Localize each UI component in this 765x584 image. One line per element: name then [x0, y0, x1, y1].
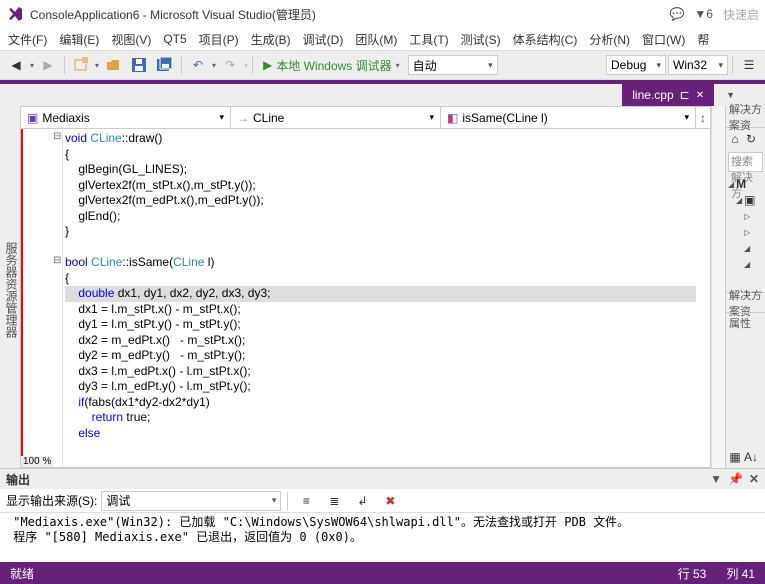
main-toolbar: ◀ ▾ ▶ ▾ ↶ ▾ ↷ ▾ ▶ 本地 Windows 调试器 ▾ 自动▾ D…	[0, 50, 765, 80]
properties-toolbar: ▦ A↓	[726, 446, 765, 468]
server-explorer-tab[interactable]: 服务器资源管理器	[3, 242, 20, 338]
nav-fwd-button[interactable]: ▶	[36, 53, 60, 77]
main-area: 服务器资源管理器 工具箱 ▣ Mediaxis▾ → CLine▾ ◧ isSa…	[0, 106, 765, 468]
method-icon: ◧	[447, 111, 458, 125]
tab-close-icon[interactable]: ✕	[696, 90, 704, 101]
save-button[interactable]	[127, 53, 151, 77]
output-text[interactable]: "Mediaxis.exe"(Win32): 已加载 "C:\Windows\S…	[0, 513, 765, 564]
output-clear-icon[interactable]: ≡	[294, 489, 318, 513]
categorize-icon[interactable]: ▦	[728, 445, 742, 469]
menu-team[interactable]: 团队(M)	[349, 29, 403, 50]
solution-explorer-panel: 解决方案资 ⌂ ↻ 搜索解决方 ◢M ◢▣ ▷ ▷ ◢ ◢ 解决方案资 属性 ▦…	[725, 106, 765, 468]
title-bar: ConsoleApplication6 - Microsoft Visual S…	[0, 0, 765, 28]
menu-tools[interactable]: 工具(T)	[403, 29, 454, 50]
open-button[interactable]	[101, 53, 125, 77]
config-combo[interactable]: Debug▾	[606, 55, 666, 75]
output-pin-icon[interactable]: 📌	[728, 472, 743, 486]
scope-combo[interactable]: ▣ Mediaxis▾	[21, 107, 231, 128]
pin-icon[interactable]: ⊏	[680, 88, 690, 102]
menu-help[interactable]: 帮	[691, 29, 715, 50]
output-toggle-icon[interactable]: ≣	[322, 489, 346, 513]
menu-project[interactable]: 项目(P)	[193, 29, 245, 50]
member-combo[interactable]: ◧ isSame(CLine l)▾	[441, 107, 696, 128]
properties-header[interactable]: 属性	[726, 312, 765, 332]
platform-combo[interactable]: 自动▾	[408, 55, 498, 75]
code-viewport[interactable]: ⊟ ⊟ void CLine::draw(){ glBegin(GL_LINES…	[21, 129, 710, 467]
window-title: ConsoleApplication6 - Microsoft Visual S…	[30, 6, 669, 23]
vs-logo-icon	[6, 5, 24, 23]
menu-arch[interactable]: 体系结构(C)	[507, 29, 584, 50]
alpha-icon[interactable]: A↓	[744, 445, 758, 469]
menu-bar: 文件(F) 编辑(E) 视图(V) QT5 项目(P) 生成(B) 调试(D) …	[0, 28, 765, 50]
menu-build[interactable]: 生成(B)	[245, 29, 297, 50]
menu-view[interactable]: 视图(V)	[105, 29, 157, 50]
status-line: 行 53	[678, 565, 707, 582]
solution-toolbar: ⌂ ↻	[726, 128, 765, 150]
refresh-icon[interactable]: ↻	[744, 127, 758, 151]
code-gutter: ⊟ ⊟	[21, 129, 63, 467]
solution-search-input[interactable]: 搜索解决方	[728, 152, 763, 172]
undo-button[interactable]: ↶	[186, 53, 210, 77]
tab-line-cpp[interactable]: line.cpp ⊏ ✕	[622, 84, 714, 106]
menu-window[interactable]: 窗口(W)	[636, 29, 691, 50]
menu-file[interactable]: 文件(F)	[2, 29, 53, 50]
arch-combo[interactable]: Win32▾	[668, 55, 728, 75]
debug-target-label: 本地 Windows 调试器	[276, 57, 391, 74]
left-toolwindow-tabs: 服务器资源管理器 工具箱	[0, 106, 20, 468]
navigation-bar: ▣ Mediaxis▾ → CLine▾ ◧ isSame(CLine l)▾ …	[21, 107, 710, 129]
status-bar: 就绪 行 53 列 41	[0, 562, 765, 584]
menu-qt5[interactable]: QT5	[157, 30, 192, 48]
tab-dropdown-icon[interactable]: ▼	[726, 90, 735, 100]
document-tab-strip: line.cpp ⊏ ✕ ▼	[0, 84, 765, 106]
menu-test[interactable]: 测试(S)	[455, 29, 507, 50]
solution-tab-label[interactable]: 解决方案资	[726, 292, 765, 312]
home-icon[interactable]: ⌂	[728, 127, 742, 151]
start-debug-button[interactable]: ▶ 本地 Windows 调试器 ▾	[257, 54, 406, 76]
tab-label: line.cpp	[632, 88, 673, 102]
output-close-icon[interactable]: ✕	[749, 472, 759, 486]
redo-button[interactable]: ↷	[218, 53, 242, 77]
split-icon[interactable]: ↕	[696, 107, 710, 128]
solution-explorer-header: 解决方案资	[726, 106, 765, 128]
output-dropdown-icon[interactable]: ▼	[710, 472, 722, 486]
class-icon: →	[237, 111, 249, 125]
output-title: 输出	[6, 471, 30, 488]
play-icon: ▶	[263, 58, 272, 72]
output-header: 输出 ▼ 📌 ✕	[0, 469, 765, 489]
zoom-level[interactable]: 100 %	[21, 456, 53, 467]
output-wrap-icon[interactable]: ↲	[350, 489, 374, 513]
code-text[interactable]: void CLine::draw(){ glBegin(GL_LINES); g…	[65, 131, 696, 441]
output-toolbar: 显示输出来源(S): 调试▾ ≡ ≣ ↲ ✖	[0, 489, 765, 513]
quick-launch[interactable]: 快速启	[723, 6, 759, 23]
code-editor: ▣ Mediaxis▾ → CLine▾ ◧ isSame(CLine l)▾ …	[20, 106, 711, 468]
output-source-label: 显示输出来源(S):	[6, 492, 97, 509]
solution-tree[interactable]: ◢M ◢▣ ▷ ▷ ◢ ◢	[726, 174, 765, 292]
editor-scrollbar[interactable]	[711, 106, 725, 468]
status-col: 列 41	[726, 565, 755, 582]
output-del-icon[interactable]: ✖	[378, 489, 402, 513]
toolbar-overflow-icon[interactable]: ☰	[737, 53, 761, 77]
project-icon: ▣	[27, 111, 38, 125]
menu-debug[interactable]: 调试(D)	[297, 29, 350, 50]
output-source-combo[interactable]: 调试▾	[101, 491, 281, 511]
feedback-icon[interactable]: 💬	[669, 7, 684, 21]
menu-edit[interactable]: 编辑(E)	[53, 29, 105, 50]
nav-back-button[interactable]: ◀	[4, 53, 28, 77]
title-right-controls: 💬 ▼6 快速启	[669, 6, 759, 23]
new-project-button[interactable]	[69, 53, 93, 77]
menu-analyze[interactable]: 分析(N)	[583, 29, 636, 50]
class-combo[interactable]: → CLine▾	[231, 107, 441, 128]
notifications-icon[interactable]: ▼6	[694, 7, 713, 21]
save-all-button[interactable]	[153, 53, 177, 77]
status-ready: 就绪	[10, 565, 34, 582]
